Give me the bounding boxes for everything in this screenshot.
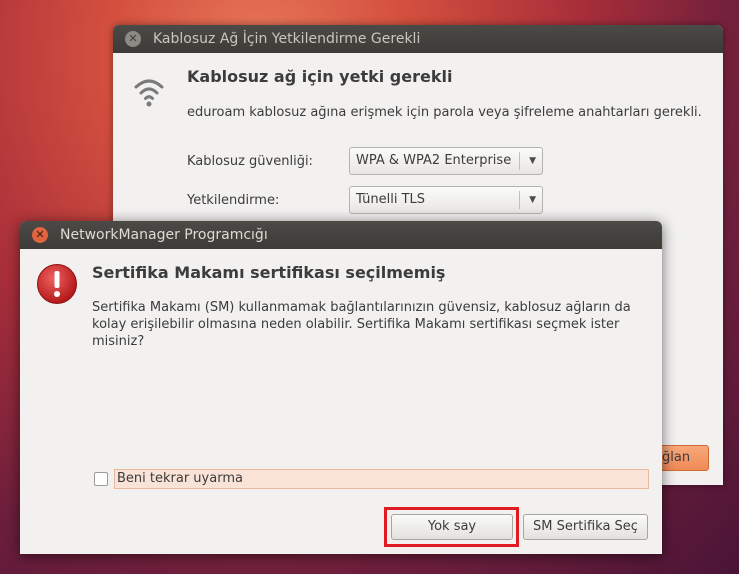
- wifi-icon: [134, 79, 164, 107]
- dialog-title: NetworkManager Programcığı: [60, 227, 268, 243]
- combo-separator: [519, 152, 520, 170]
- auth-window-titlebar: ✕ Kablosuz Ağ İçin Yetkilendirme Gerekli: [113, 25, 723, 53]
- chevron-down-icon: ▼: [529, 195, 536, 205]
- dont-warn-checkbox[interactable]: [94, 472, 108, 486]
- auth-heading: Kablosuz ağ için yetki gerekli: [187, 67, 453, 86]
- security-label: Kablosuz güvenliği:: [187, 154, 313, 169]
- security-combo-value: WPA & WPA2 Enterprise: [356, 153, 512, 168]
- dialog-titlebar: ✕ NetworkManager Programcığı: [20, 221, 662, 249]
- dialog-message: Sertifika Makamı (SM) kullanmamak bağlan…: [92, 300, 631, 349]
- combo-separator: [519, 191, 520, 209]
- security-combo[interactable]: WPA & WPA2 Enterprise ▼: [349, 147, 543, 175]
- dialog-heading: Sertifika Makamı sertifikası seçilmemiş: [92, 263, 446, 282]
- auth-combo[interactable]: Tünelli TLS ▼: [349, 186, 543, 214]
- dont-warn-label[interactable]: Beni tekrar uyarma: [114, 469, 649, 489]
- auth-combo-value: Tünelli TLS: [356, 192, 426, 207]
- alert-icon: [37, 264, 77, 304]
- choose-ca-certificate-button[interactable]: SM Sertifika Seç: [523, 514, 648, 540]
- auth-label: Yetkilendirme:: [187, 193, 280, 208]
- ca-warning-dialog: ✕ NetworkManager Programcığı Sertifika M…: [20, 221, 662, 554]
- auth-description: eduroam kablosuz ağına erişmek için paro…: [187, 105, 702, 120]
- chevron-down-icon: ▼: [529, 156, 536, 166]
- auth-window-title: Kablosuz Ağ İçin Yetkilendirme Gerekli: [153, 31, 421, 47]
- close-icon[interactable]: ✕: [125, 31, 141, 47]
- connect-button-label: ğlan: [662, 450, 691, 465]
- ignore-button[interactable]: Yok say: [391, 514, 513, 540]
- close-icon[interactable]: ✕: [32, 227, 48, 243]
- dont-warn-row[interactable]: Beni tekrar uyarma: [94, 469, 649, 489]
